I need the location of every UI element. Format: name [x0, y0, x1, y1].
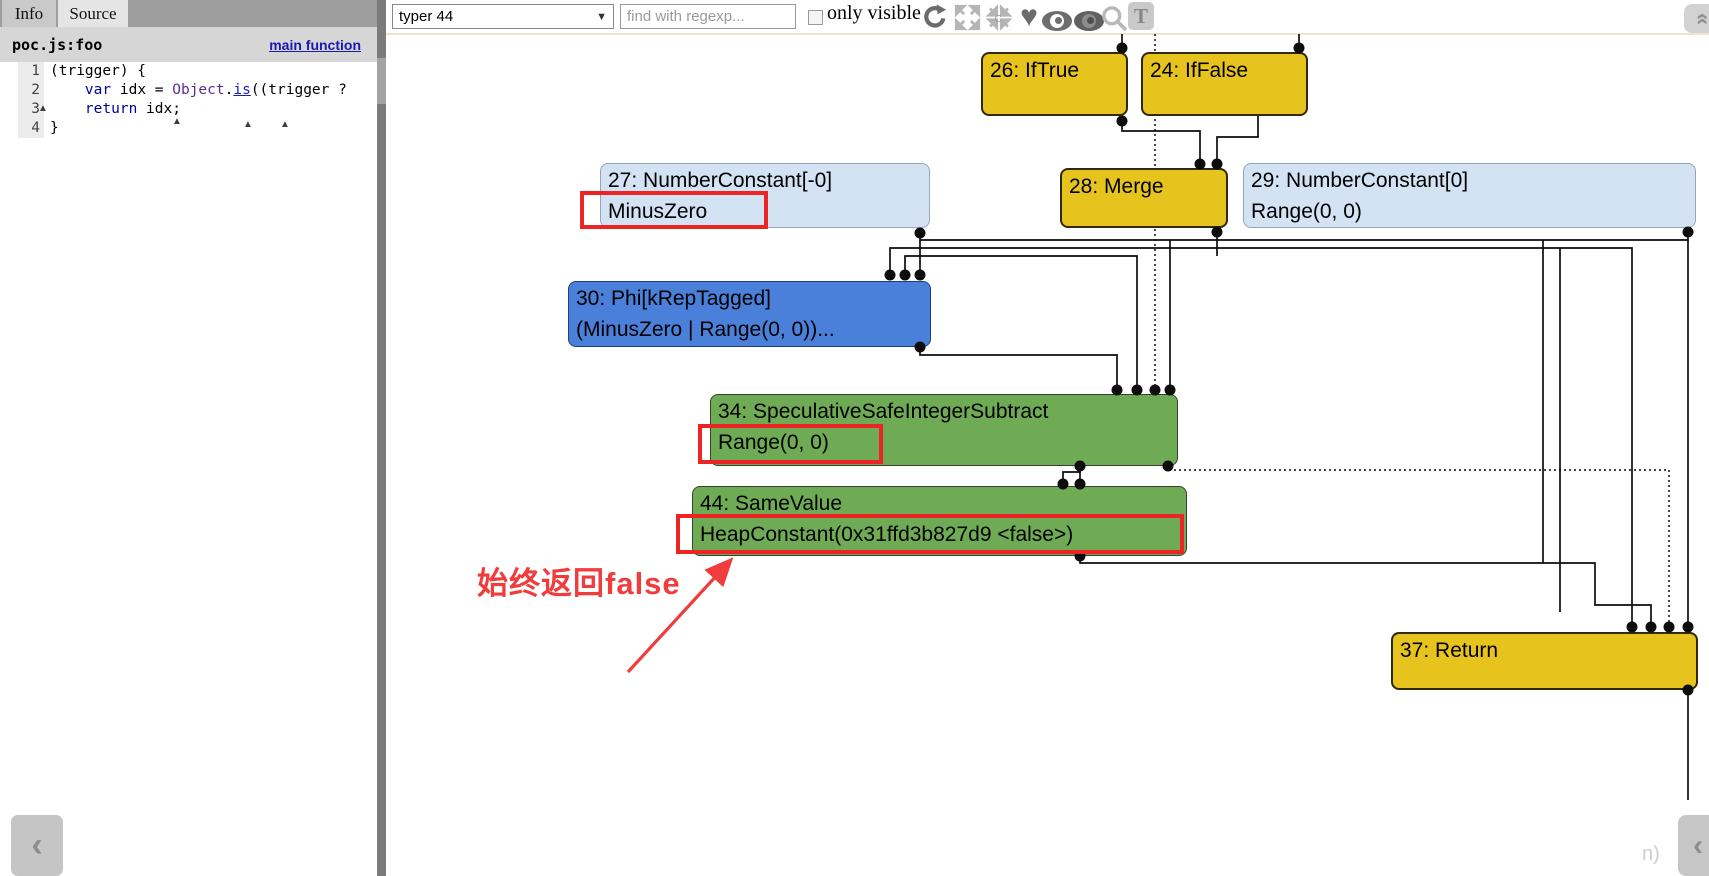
heart-icon[interactable]: ♥	[1014, 2, 1044, 32]
source-function-label: main function	[269, 37, 361, 53]
graph-node-30-phi[interactable]: 30: Phi[kRepTagged] (MinusZero | Range(0…	[568, 281, 931, 347]
code-line[interactable]: 2 var idx = Object.is((trigger ?	[0, 81, 377, 100]
source-position-marker[interactable]: ▲	[280, 119, 290, 130]
expand-layout-icon[interactable]	[952, 2, 982, 32]
graph-node-24-iffalse[interactable]: 24: IfFalse	[1141, 52, 1308, 116]
toolbar-separator	[386, 33, 1709, 35]
eye-icon[interactable]	[1042, 6, 1072, 36]
chevron-left-icon: ‹	[31, 826, 42, 865]
corner-hint-text: n)	[1642, 843, 1660, 866]
highlight-box-minuszero	[580, 191, 768, 229]
phase-select-value: typer 44	[399, 8, 453, 25]
graph-node-29-numberconstant[interactable]: 29: NumberConstant[0] Range(0, 0)	[1243, 163, 1696, 228]
code-line[interactable]: 3 return idx;	[0, 100, 377, 119]
highlight-box-heapconstant-false	[676, 514, 1184, 554]
only-visible-label: only visible	[827, 2, 921, 25]
tab-info[interactable]: Info	[2, 0, 56, 27]
left-panel-tabbar: Info Source	[0, 0, 377, 27]
phase-select[interactable]: typer 44 ▼	[392, 4, 614, 29]
code-line[interactable]: 4}	[0, 119, 377, 138]
collapse-right-panel-button[interactable]: ‹	[1678, 815, 1709, 876]
source-position-marker[interactable]: ▲	[243, 119, 253, 130]
graph-node-37-return[interactable]: 37: Return	[1391, 632, 1698, 690]
effect-edges	[1155, 34, 1669, 627]
divider-thumb[interactable]	[377, 58, 386, 104]
graph-node-26-iftrue[interactable]: 26: IfTrue	[981, 52, 1128, 116]
source-position-marker[interactable]: ▲	[38, 103, 48, 114]
double-chevron-icon: »	[1688, 12, 1709, 24]
zoom-to-selection-icon[interactable]: C	[984, 2, 1014, 32]
collapse-left-panel-button[interactable]: ‹	[11, 815, 63, 876]
line-number[interactable]: 2	[18, 81, 44, 100]
line-number[interactable]: 1	[18, 62, 44, 81]
only-visible-checkbox[interactable]	[808, 10, 823, 25]
toggle-types-button[interactable]: T	[1128, 2, 1154, 30]
graph-node-28-merge[interactable]: 28: Merge	[1060, 168, 1228, 228]
svg-text:C: C	[995, 14, 1002, 25]
magnifier-icon[interactable]	[1098, 2, 1128, 32]
code-line[interactable]: 1(trigger) {	[0, 62, 377, 81]
relayout-icon[interactable]	[920, 2, 950, 32]
tab-source[interactable]: Source	[58, 0, 128, 27]
search-input[interactable]	[620, 4, 796, 29]
line-number[interactable]: 4	[18, 119, 44, 138]
source-file-name: poc.js:foo	[12, 36, 102, 54]
panel-divider[interactable]	[377, 0, 386, 876]
chevron-down-icon: ▼	[596, 11, 607, 23]
chevron-left-icon: ‹	[1693, 829, 1703, 863]
source-code-view[interactable]: 1(trigger) {2 var idx = Object.is((trigg…	[0, 62, 377, 138]
graph-toolbar: typer 44 ▼ only visible C ♥	[386, 0, 1709, 33]
source-position-marker[interactable]: ▲	[172, 116, 182, 127]
annotation-text: 始终返回false	[477, 558, 681, 603]
show-right-panel-button[interactable]: »	[1684, 4, 1709, 33]
highlight-box-range00	[698, 424, 883, 464]
source-header: poc.js:foo main function	[0, 27, 377, 62]
